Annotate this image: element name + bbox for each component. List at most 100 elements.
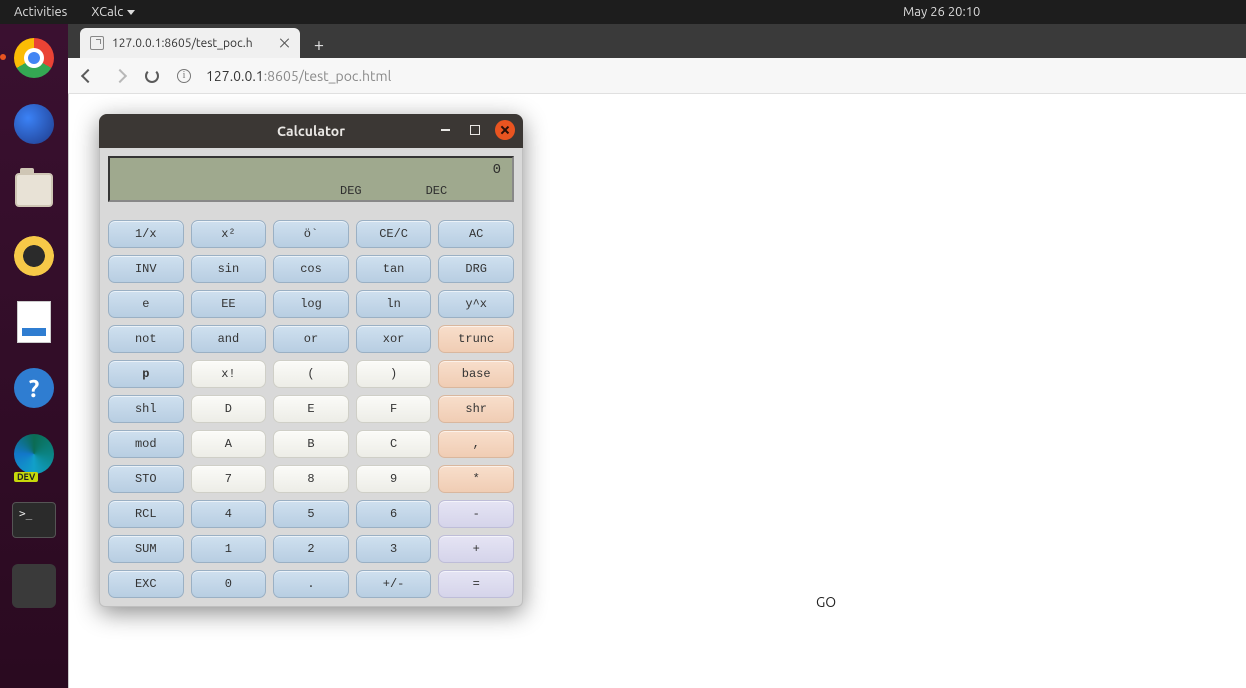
tab-close-icon[interactable] [280, 38, 290, 48]
new-tab-button[interactable]: + [306, 32, 332, 58]
minimize-button[interactable] [435, 120, 455, 140]
calc-key-e[interactable]: E [273, 395, 349, 423]
launcher-dock: ? DEV [0, 24, 68, 688]
dock-terminal[interactable] [10, 496, 58, 544]
calc-key-r0c2[interactable]: ö` [273, 220, 349, 248]
calc-key-p[interactable]: p [108, 360, 184, 388]
calc-key-rcl[interactable]: RCL [108, 500, 184, 528]
calc-key-0[interactable]: 0 [191, 570, 267, 598]
calc-key-5[interactable]: 5 [273, 500, 349, 528]
gnome-topbar: Activities XCalc May 26 20:10 [0, 0, 1246, 24]
running-indicator-icon [0, 54, 6, 60]
calc-key-a[interactable]: A [191, 430, 267, 458]
calc-key-f[interactable]: F [356, 395, 432, 423]
dock-edge-dev[interactable]: DEV [10, 430, 58, 478]
calc-key-cec[interactable]: CE/C [356, 220, 432, 248]
calc-key-3[interactable]: 3 [356, 535, 432, 563]
app-menu[interactable]: XCalc [81, 5, 145, 19]
calc-key-cos[interactable]: cos [273, 255, 349, 283]
go-link[interactable]: GO [816, 594, 836, 610]
dev-badge: DEV [14, 472, 38, 482]
calculator-display: 0 DEG DEC [108, 156, 514, 202]
calc-key-xor[interactable]: xor [356, 325, 432, 353]
calc-key-2[interactable]: 2 [273, 535, 349, 563]
reload-button[interactable] [142, 66, 162, 86]
calc-key-shl[interactable]: shl [108, 395, 184, 423]
dock-rhythmbox[interactable] [10, 232, 58, 280]
url-path: :8605/test_poc.html [264, 68, 392, 84]
calc-key-x[interactable]: x² [191, 220, 267, 248]
calc-key-and[interactable]: and [191, 325, 267, 353]
calculator-window: Calculator 0 DEG DEC 1/xx²ö`CE/CACINVsin… [99, 114, 523, 607]
calc-key-drg[interactable]: DRG [438, 255, 514, 283]
arrow-left-icon [81, 68, 95, 82]
calc-key-or[interactable]: or [273, 325, 349, 353]
calc-key-1[interactable]: 1 [191, 535, 267, 563]
calc-key-r7c4[interactable]: * [438, 465, 514, 493]
calc-key-r10c3[interactable]: +/- [356, 570, 432, 598]
calc-key-mod[interactable]: mod [108, 430, 184, 458]
calc-key-1x[interactable]: 1/x [108, 220, 184, 248]
back-button[interactable] [78, 66, 98, 86]
calc-key-inv[interactable]: INV [108, 255, 184, 283]
calculator-body: 0 DEG DEC 1/xx²ö`CE/CACINVsincostanDRGeE… [99, 148, 523, 607]
dock-trash[interactable] [10, 562, 58, 610]
terminal-icon [12, 502, 56, 538]
calc-key-base[interactable]: base [438, 360, 514, 388]
calc-key-log[interactable]: log [273, 290, 349, 318]
calc-key-e[interactable]: e [108, 290, 184, 318]
dock-chrome[interactable] [10, 34, 58, 82]
calc-key-exc[interactable]: EXC [108, 570, 184, 598]
calc-key-4[interactable]: 4 [191, 500, 267, 528]
calc-key-r10c2[interactable]: . [273, 570, 349, 598]
activities-button[interactable]: Activities [0, 5, 81, 19]
files-icon [15, 173, 53, 207]
url-host: 127.0.0.1 [206, 68, 264, 84]
calc-key-sum[interactable]: SUM [108, 535, 184, 563]
calc-key-7[interactable]: 7 [191, 465, 267, 493]
calc-key-ac[interactable]: AC [438, 220, 514, 248]
reload-icon [145, 69, 159, 83]
calc-key-b[interactable]: B [273, 430, 349, 458]
calc-key-8[interactable]: 8 [273, 465, 349, 493]
calc-key-shr[interactable]: shr [438, 395, 514, 423]
calc-key-r4c2[interactable]: ( [273, 360, 349, 388]
calc-key-trunc[interactable]: trunc [438, 325, 514, 353]
browser-window: 127.0.0.1:8605/test_poc.h + i 127.0.0.1:… [68, 24, 1246, 688]
calc-key-c[interactable]: C [356, 430, 432, 458]
window-controls [435, 120, 515, 140]
dock-thunderbird[interactable] [10, 100, 58, 148]
window-titlebar[interactable]: Calculator [99, 114, 523, 148]
address-bar[interactable]: 127.0.0.1:8605/test_poc.html [206, 68, 391, 84]
clock[interactable]: May 26 20:10 [903, 0, 980, 24]
close-button[interactable] [495, 120, 515, 140]
dock-files[interactable] [10, 166, 58, 214]
calc-key-not[interactable]: not [108, 325, 184, 353]
document-icon [17, 301, 51, 343]
trash-icon [12, 564, 56, 608]
calc-key-r10c4[interactable]: = [438, 570, 514, 598]
tab-strip: 127.0.0.1:8605/test_poc.h + [68, 24, 1246, 58]
calc-key-9[interactable]: 9 [356, 465, 432, 493]
site-info-button[interactable]: i [174, 66, 194, 86]
maximize-button[interactable] [465, 120, 485, 140]
calc-key-d[interactable]: D [191, 395, 267, 423]
chevron-down-icon [127, 10, 135, 15]
forward-button[interactable] [110, 66, 130, 86]
calc-key-r8c4[interactable]: - [438, 500, 514, 528]
calc-key-x[interactable]: x! [191, 360, 267, 388]
browser-tab[interactable]: 127.0.0.1:8605/test_poc.h [80, 28, 300, 58]
calc-key-tan[interactable]: tan [356, 255, 432, 283]
calc-key-ln[interactable]: ln [356, 290, 432, 318]
calc-key-ee[interactable]: EE [191, 290, 267, 318]
calc-key-yx[interactable]: y^x [438, 290, 514, 318]
calc-key-sto[interactable]: STO [108, 465, 184, 493]
calc-key-r4c3[interactable]: ) [356, 360, 432, 388]
calc-key-r9c4[interactable]: + [438, 535, 514, 563]
dock-writer[interactable] [10, 298, 58, 346]
calc-key-sin[interactable]: sin [191, 255, 267, 283]
dock-help[interactable]: ? [10, 364, 58, 412]
base-mode: DEC [426, 184, 448, 198]
calc-key-6[interactable]: 6 [356, 500, 432, 528]
calc-key-r6c4[interactable]: , [438, 430, 514, 458]
